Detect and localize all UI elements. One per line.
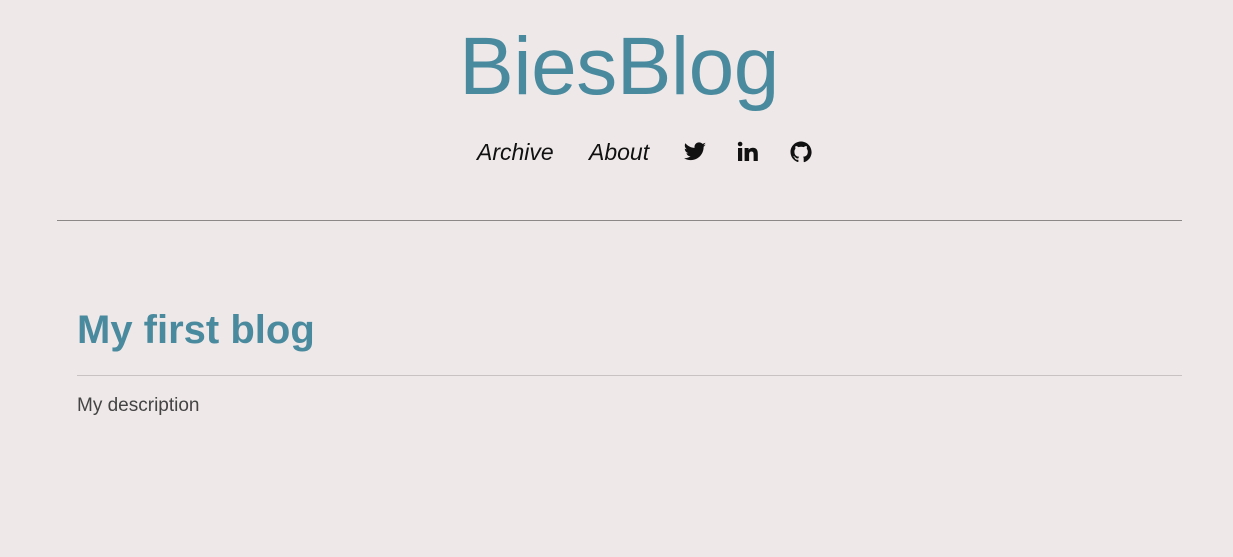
header-divider [57, 220, 1182, 221]
post-item: My first blog My description [77, 300, 1182, 416]
post-divider [77, 375, 1182, 376]
site-title-link[interactable]: BiesBlog [0, 20, 1233, 114]
main-nav: Archive About [0, 136, 1233, 168]
nav-link-archive[interactable]: Archive [477, 136, 554, 168]
post-title-link[interactable]: My first blog [77, 300, 315, 360]
linkedin-icon[interactable] [736, 140, 760, 164]
twitter-icon[interactable] [683, 140, 707, 164]
post-description: My description [77, 395, 200, 416]
site-header: BiesBlog Archive About [0, 0, 1233, 221]
nav-link-about[interactable]: About [589, 136, 649, 168]
github-icon[interactable] [789, 140, 813, 164]
